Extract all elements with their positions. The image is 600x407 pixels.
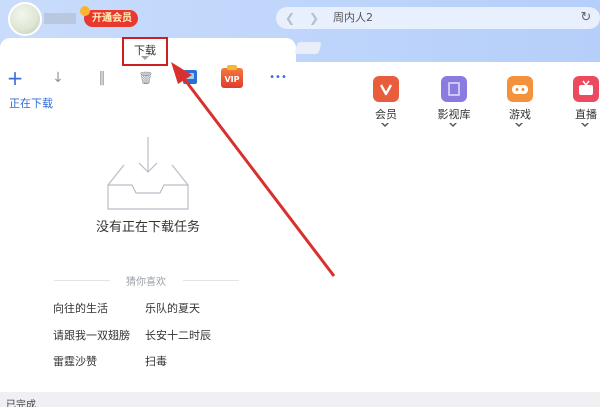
username-blurred	[44, 13, 76, 24]
caret-down-icon	[141, 56, 149, 60]
empty-message: 没有正在下载任务	[95, 220, 200, 235]
download-tab[interactable]: 下载	[122, 37, 168, 66]
vip-heart-icon	[373, 76, 399, 102]
delete-button[interactable]: 🗑	[136, 68, 156, 88]
open-vip-label: 开通会员	[92, 13, 132, 24]
chevron-down-icon[interactable]	[581, 122, 589, 127]
app-label: 直播	[575, 108, 597, 121]
guess-you-like-title: 猜你喜欢	[126, 277, 166, 288]
browser-header: 开通会员 ❮ ❯ 周内人2 ↻	[0, 0, 600, 62]
address-text[interactable]: 周内人2	[333, 7, 373, 29]
app-label: 会员	[375, 108, 397, 121]
new-tab-button[interactable]	[294, 42, 322, 54]
downloading-section-label[interactable]: 正在下载	[9, 95, 53, 111]
refresh-icon[interactable]: ↻	[578, 10, 594, 26]
completed-section-bar[interactable]	[0, 392, 600, 407]
chevron-left-icon[interactable]: ❮	[282, 10, 298, 26]
open-vip-button[interactable]: 开通会员	[80, 6, 138, 27]
start-download-button[interactable]: ↓	[48, 68, 68, 88]
recommendation-link[interactable]: 长安十二时辰	[145, 327, 211, 343]
tv-cast-icon[interactable]	[183, 70, 197, 84]
app-live[interactable]: 直播	[571, 76, 600, 127]
gamepad-icon	[507, 76, 533, 102]
user-avatar[interactable]	[8, 2, 42, 36]
plus-icon: +	[6, 66, 24, 90]
more-button[interactable]: •••	[266, 68, 290, 88]
app-vip[interactable]: 会员	[371, 76, 401, 127]
completed-section-label[interactable]: 已完成	[6, 396, 36, 407]
app-games[interactable]: 游戏	[505, 76, 535, 127]
pause-icon: ‖	[98, 70, 106, 86]
chevron-right-icon[interactable]: ❯	[306, 10, 322, 26]
recommendation-link[interactable]: 扫毒	[145, 353, 167, 369]
divider	[183, 280, 239, 281]
app-label: 影视库	[437, 108, 471, 121]
recommendation-link[interactable]: 雷霆沙赞	[53, 353, 97, 369]
vip-icon-label: VIP	[224, 75, 240, 84]
download-arrow-icon: ↓	[52, 70, 64, 86]
vip-icon[interactable]: VIP	[221, 65, 243, 88]
recommendation-link[interactable]: 向往的生活	[53, 300, 108, 316]
address-bar[interactable]: ❮ ❯ 周内人2 ↻	[276, 7, 600, 29]
empty-tray-icon	[107, 137, 189, 210]
add-task-button[interactable]: +	[5, 68, 25, 88]
tv-icon	[573, 76, 599, 102]
divider	[54, 280, 110, 281]
more-icon: •••	[269, 72, 287, 83]
chevron-down-icon[interactable]	[449, 122, 457, 127]
chevron-down-icon[interactable]	[515, 122, 523, 127]
crown-icon	[80, 6, 90, 16]
chevron-down-icon[interactable]	[381, 122, 389, 127]
pause-button[interactable]: ‖	[92, 68, 112, 88]
app-label: 游戏	[509, 108, 531, 121]
trash-icon: 🗑	[138, 71, 154, 85]
recommendation-link[interactable]: 乐队的夏天	[145, 300, 200, 316]
app-film-library[interactable]: 影视库	[438, 76, 471, 127]
film-icon	[441, 76, 467, 102]
recommendation-link[interactable]: 请跟我一双翅膀	[53, 327, 130, 343]
